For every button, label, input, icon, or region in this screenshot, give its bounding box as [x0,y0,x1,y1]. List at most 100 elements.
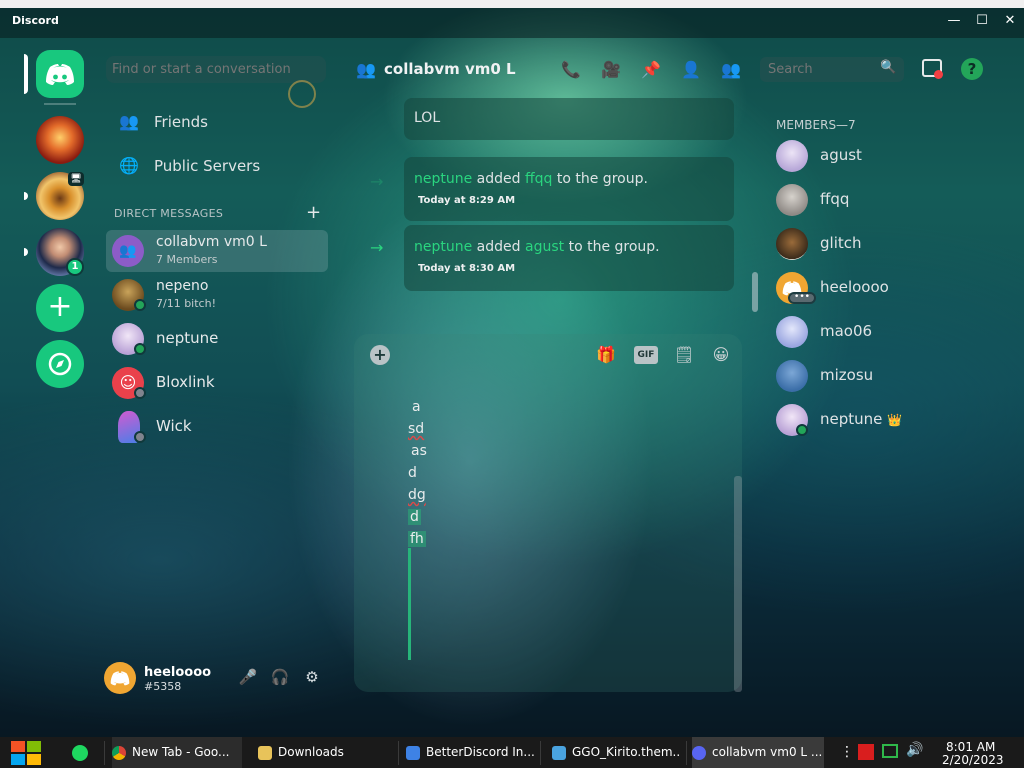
member-list-icon[interactable]: 👥 [720,60,742,80]
nav-label: Friends [154,113,208,131]
taskbar-divider [398,741,399,765]
dm-item-collabvm[interactable]: 👥 collabvm vm0 L 7 Members [106,230,328,272]
spotify-icon[interactable] [72,745,88,761]
pinned-messages-icon[interactable]: 📌 [640,60,662,80]
member-item[interactable]: glitch [776,228,976,260]
online-status-icon [796,424,808,436]
installer-icon [406,745,420,760]
headset-icon[interactable]: 🎧 [270,668,290,688]
minimize-button[interactable]: — [944,12,964,30]
volume-icon[interactable]: 🔊 [906,742,923,758]
app-title: Discord [12,14,59,27]
taskbar-item-downloads[interactable]: Downloads [258,737,388,768]
dm-name: nepeno [156,278,209,294]
message-lol: LOL [404,98,734,140]
composer-line[interactable]: d [408,465,417,481]
message-timestamp: Today at 8:29 AM [418,195,516,206]
user-avatar[interactable] [104,662,136,694]
settings-gear-icon[interactable]: ⚙ [302,668,322,688]
member-name-text: neptune [820,410,883,428]
add-friends-to-dm-icon[interactable]: 👤 [680,60,702,80]
composer-scrollbar[interactable] [734,476,742,692]
start-button[interactable] [10,739,42,767]
friends-icon: 👥 [119,112,139,131]
gift-icon[interactable]: 🎁 [596,345,616,365]
composer-line[interactable]: d [408,509,421,525]
member-name: glitch [820,234,862,252]
dm-item-neptune[interactable]: neptune [106,318,328,360]
dm-name: Wick [156,417,192,435]
member-item[interactable]: mizosu [776,360,976,392]
dm-name: Bloxlink [156,373,215,391]
taskbar-divider [104,741,105,765]
clock-time[interactable]: 8:01 AM [946,740,995,754]
dm-name: neptune [156,329,219,347]
search-icon: 🔍 [880,60,897,75]
network-icon[interactable] [882,744,898,758]
member-item[interactable]: agust [776,140,976,172]
member-item[interactable]: ffqq [776,184,976,216]
close-button[interactable]: ✕ [1000,12,1020,30]
owner-crown-icon: 👑 [887,413,903,427]
composer-line[interactable]: as [411,443,427,459]
composer-line[interactable]: sd [408,421,424,437]
video-call-icon[interactable]: 🎥 [600,60,622,80]
suffix-text: to the group. [564,239,660,255]
avatar [776,184,808,216]
notification-dot [934,70,943,79]
offline-status-icon [134,431,146,443]
flag-icon[interactable] [858,744,874,760]
actor-name[interactable]: neptune [414,239,472,255]
target-name[interactable]: ffqq [525,171,552,187]
member-item[interactable]: mao06 [776,316,976,348]
sticker-icon[interactable]: 🗒 [674,345,694,365]
avatar [776,360,808,392]
message-scrollbar[interactable] [752,272,758,312]
maximize-button[interactable]: ☐ [972,12,992,30]
composer-line[interactable]: a [412,399,421,415]
upload-plus-button[interactable]: + [370,345,390,365]
home-button[interactable] [36,50,84,98]
system-text: neptune added agust to the group. [414,239,660,255]
member-name: mao06 [820,322,873,340]
dm-section-header: DIRECT MESSAGES [114,207,224,220]
member-item[interactable]: neptune 👑 [776,404,976,436]
nav-label: Public Servers [154,157,261,175]
voice-call-icon[interactable]: 📞 [560,60,582,80]
top-strip [0,0,1024,8]
nav-public-servers[interactable]: 🌐 Public Servers [118,151,260,181]
nav-friends[interactable]: 👥 Friends [118,107,208,137]
microphone-icon[interactable]: 🎤 [238,668,258,688]
composer-line[interactable]: fh [408,531,426,547]
globe-icon: 🌐 [119,156,139,175]
emoji-icon[interactable]: 😀 [710,345,732,365]
target-name[interactable]: agust [525,239,564,255]
selected-server-indicator [24,54,28,94]
composer-line[interactable]: dg [408,487,426,503]
add-server-button[interactable]: + [36,284,84,332]
taskbar-item-discord[interactable]: collabvm vm0 L ... [692,737,824,768]
overflow-icon[interactable]: ⋮ [840,744,854,760]
dm-item-nepeno[interactable]: nepeno 7/11 bitch! [106,274,328,316]
dm-subtitle: 7/11 bitch! [156,297,216,310]
clock-date[interactable]: 2/20/2023 [942,753,1004,767]
windows-logo-icon [11,741,41,765]
mention-badge: 1 [66,258,84,276]
find-conversation-input[interactable] [106,56,326,83]
member-name: agust [820,146,862,164]
dm-item-bloxlink[interactable]: ☺ Bloxlink [106,362,328,404]
member-item[interactable]: ••• heeloooo [776,272,976,304]
actor-name[interactable]: neptune [414,171,472,187]
dm-item-wick[interactable]: Wick [106,406,328,448]
help-icon[interactable]: ? [961,58,983,80]
gif-button[interactable]: GIF [634,346,658,364]
taskbar-item-chrome[interactable]: New Tab - Goo... [112,737,242,768]
create-dm-button[interactable]: + [306,202,321,223]
taskbar-item-betterdiscord[interactable]: BetterDiscord In... [406,737,534,768]
join-arrow-icon: → [370,172,384,191]
folder-icon [258,745,272,760]
server-icon-1[interactable] [36,116,84,164]
taskbar-item-theme-file[interactable]: GGO_Kirito.them... [552,737,680,768]
message-timestamp: Today at 8:30 AM [418,263,516,274]
explore-button[interactable] [36,340,84,388]
